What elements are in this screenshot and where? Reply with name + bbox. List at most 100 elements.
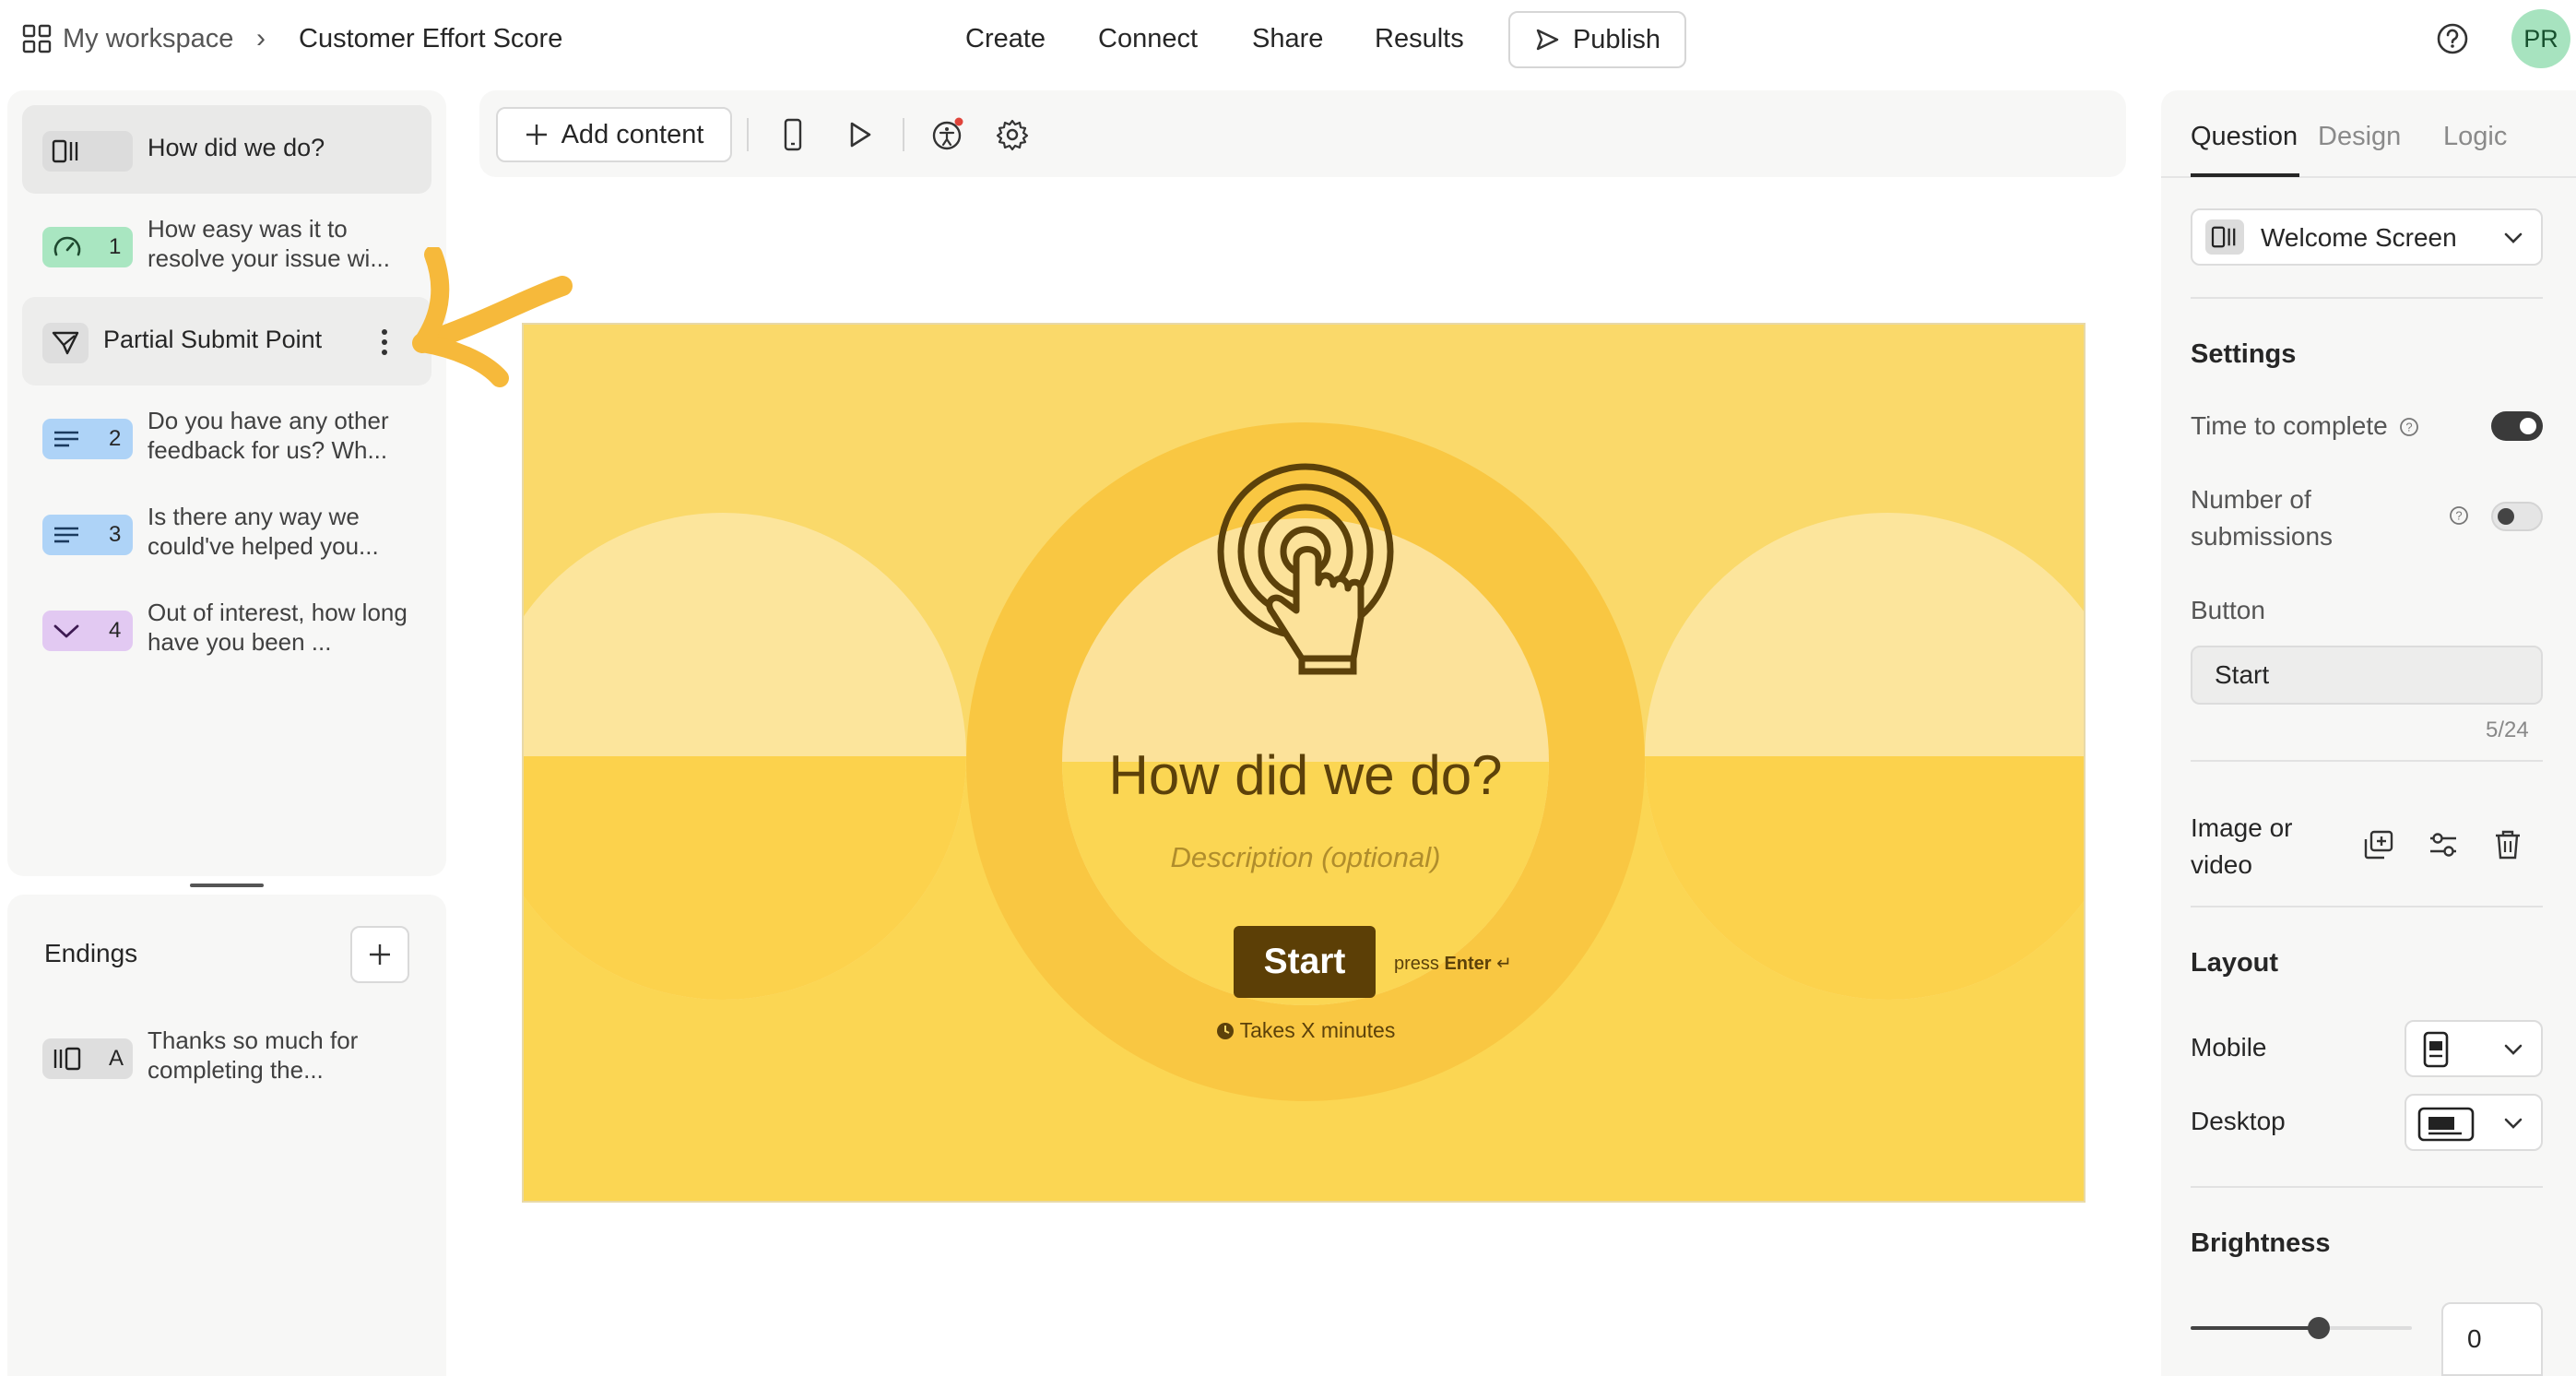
question-text: How easy was it to resolve your issue wi… bbox=[148, 215, 390, 272]
button-text-input[interactable]: Start bbox=[2191, 646, 2543, 705]
desktop-layout-icon bbox=[2417, 1107, 2475, 1142]
help-icon[interactable]: ? bbox=[2399, 417, 2419, 437]
nav-connect[interactable]: Connect bbox=[1098, 20, 1198, 57]
enter-symbol: ↵ bbox=[1496, 954, 1512, 974]
start-button[interactable]: Start bbox=[1234, 926, 1376, 998]
toggle-knob bbox=[2520, 418, 2536, 434]
question-badge: 3 bbox=[42, 515, 133, 555]
question-item-1[interactable]: 1 How easy was it to resolve your issue … bbox=[22, 201, 431, 290]
publish-button[interactable]: Publish bbox=[1508, 11, 1686, 68]
welcome-screen-icon bbox=[2211, 226, 2236, 248]
question-item-welcome[interactable]: How did we do? bbox=[22, 105, 431, 194]
accessibility-button[interactable] bbox=[928, 114, 968, 155]
welcome-screen-icon bbox=[52, 139, 78, 163]
accessibility-icon bbox=[932, 117, 963, 150]
editor-toolbar: Add content bbox=[479, 90, 2126, 177]
chevron-down-icon bbox=[2504, 1118, 2523, 1129]
question-number: 2 bbox=[109, 426, 122, 451]
settings-heading: Settings bbox=[2191, 339, 2297, 369]
brightness-slider-knob[interactable] bbox=[2308, 1317, 2330, 1339]
brightness-slider-track[interactable] bbox=[2191, 1317, 2412, 1339]
clock-icon bbox=[1216, 1023, 1234, 1039]
nav-results[interactable]: Results bbox=[1375, 20, 1464, 57]
question-text: Is there any way we could've helped you.… bbox=[148, 503, 379, 560]
settings-button[interactable] bbox=[992, 114, 1033, 155]
plus-icon bbox=[526, 125, 547, 145]
add-content-label: Add content bbox=[561, 119, 704, 149]
time-to-complete-label: Time to complete ? bbox=[2191, 408, 2419, 445]
nav-share[interactable]: Share bbox=[1252, 20, 1323, 57]
dropdown-icon bbox=[53, 624, 79, 638]
ending-badge: A bbox=[42, 1038, 133, 1079]
video-label: video bbox=[2191, 850, 2252, 879]
mobile-layout-icon bbox=[2423, 1031, 2449, 1068]
long-text-icon bbox=[54, 527, 78, 543]
question-badge: 2 bbox=[42, 419, 133, 459]
trash-icon[interactable] bbox=[2491, 828, 2524, 861]
number-of-submissions-toggle[interactable] bbox=[2491, 502, 2543, 531]
add-content-button[interactable]: Add content bbox=[496, 107, 732, 162]
mobile-layout-select[interactable] bbox=[2405, 1020, 2543, 1077]
tab-logic[interactable]: Logic bbox=[2443, 118, 2507, 155]
press-enter-hint: press Enter ↵ bbox=[1394, 952, 1512, 975]
tab-question[interactable]: Question bbox=[2191, 118, 2298, 155]
welcome-title[interactable]: How did we do? bbox=[524, 743, 2084, 807]
question-item-partial-submit[interactable]: Partial Submit Point bbox=[22, 297, 431, 386]
svg-text:?: ? bbox=[2455, 509, 2462, 523]
time-to-complete-toggle[interactable] bbox=[2491, 411, 2543, 441]
svg-text:?: ? bbox=[2405, 421, 2412, 434]
toolbar-divider bbox=[903, 118, 904, 151]
gear-icon bbox=[996, 119, 1029, 151]
add-ending-button[interactable] bbox=[350, 926, 409, 983]
time-to-complete-text: Time to complete bbox=[2191, 411, 2388, 440]
press-key: Enter bbox=[1444, 954, 1492, 974]
ending-text: Thanks so much for completing the... bbox=[148, 1026, 359, 1084]
add-media-icon[interactable] bbox=[2362, 828, 2395, 861]
question-item-2[interactable]: 2 Do you have any other feedback for us?… bbox=[22, 393, 431, 481]
brightness-slider-fill bbox=[2191, 1326, 2319, 1330]
avatar[interactable]: PR bbox=[2511, 9, 2570, 68]
more-vertical-icon[interactable] bbox=[378, 326, 391, 358]
chevron-right-icon: › bbox=[256, 23, 266, 53]
brightness-heading: Brightness bbox=[2191, 1228, 2331, 1258]
tap-finger-icon bbox=[1217, 463, 1394, 675]
mobile-preview-button[interactable] bbox=[773, 114, 813, 155]
welcome-description[interactable]: Description (optional) bbox=[524, 841, 2084, 874]
form-title[interactable]: Customer Effort Score bbox=[299, 20, 562, 57]
tab-design[interactable]: Design bbox=[2318, 118, 2401, 155]
breadcrumb-workspace[interactable]: My workspace bbox=[63, 20, 233, 57]
help-icon[interactable] bbox=[2434, 20, 2471, 57]
preview-play-button[interactable] bbox=[839, 114, 880, 155]
time-estimate: Takes X minutes bbox=[524, 1018, 2084, 1043]
question-number: 4 bbox=[109, 618, 122, 643]
divider bbox=[2191, 297, 2543, 299]
top-bar: My workspace › Customer Effort Score Cre… bbox=[0, 0, 2576, 77]
desktop-layout-select[interactable] bbox=[2405, 1094, 2543, 1151]
question-badge bbox=[42, 323, 89, 363]
brightness-value-input[interactable]: 0 bbox=[2441, 1302, 2543, 1376]
nav-create[interactable]: Create bbox=[965, 20, 1046, 57]
form-preview-canvas[interactable]: How did we do? Description (optional) St… bbox=[522, 323, 2086, 1203]
plus-icon bbox=[370, 944, 390, 965]
panel-resize-handle[interactable] bbox=[190, 884, 264, 887]
question-type-select[interactable]: Welcome Screen bbox=[2191, 208, 2543, 266]
partial-submit-icon bbox=[52, 331, 79, 355]
ending-item-a[interactable]: A Thanks so much for completing the... bbox=[22, 1013, 431, 1101]
number-of-label: Number of bbox=[2191, 485, 2311, 514]
question-item-3[interactable]: 3 Is there any way we could've helped yo… bbox=[22, 489, 431, 577]
question-badge: 4 bbox=[42, 611, 133, 651]
divider bbox=[2191, 906, 2543, 907]
question-text: How did we do? bbox=[148, 134, 325, 161]
help-icon[interactable]: ? bbox=[2449, 505, 2469, 526]
grid-icon[interactable] bbox=[22, 24, 52, 53]
button-char-counter: 5/24 bbox=[2486, 718, 2529, 742]
question-number: 3 bbox=[109, 522, 122, 547]
send-icon bbox=[1536, 29, 1559, 51]
question-item-4[interactable]: 4 Out of interest, how long have you bee… bbox=[22, 585, 431, 673]
sliders-icon[interactable] bbox=[2427, 828, 2460, 861]
question-type-label: Welcome Screen bbox=[2261, 223, 2457, 252]
layout-heading: Layout bbox=[2191, 948, 2279, 978]
divider bbox=[2191, 760, 2543, 762]
gauge-icon bbox=[53, 236, 81, 256]
time-estimate-text: Takes X minutes bbox=[1239, 1018, 1396, 1042]
